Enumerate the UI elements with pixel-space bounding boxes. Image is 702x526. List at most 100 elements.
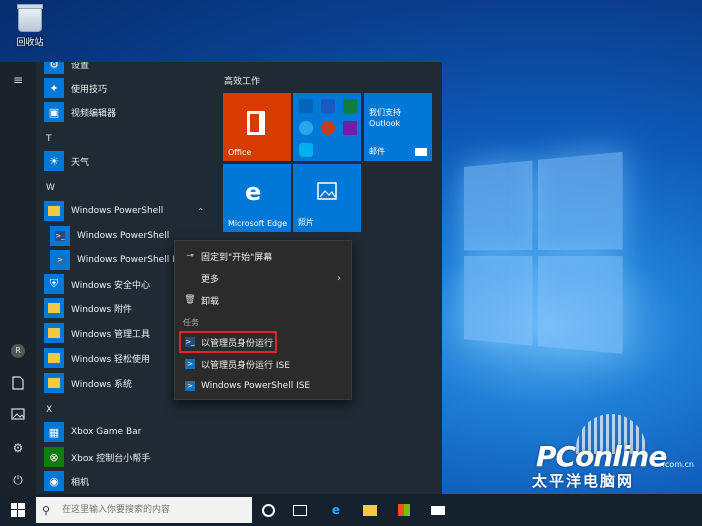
app-weather[interactable]: ☀ 天气 [44, 150, 214, 172]
hamburger-icon[interactable]: ≡ [10, 72, 26, 88]
context-menu: ⊸ 固定到"开始"屏幕 更多 › 🗑 卸载 任务 >_ 以管理员身份运行 > 以… [174, 240, 352, 400]
shield-icon: ⛨ [44, 274, 64, 294]
menu-label: 卸载 [201, 296, 220, 307]
recycle-bin-label: 回收站 [16, 38, 44, 48]
tile-office-apps-folder[interactable] [293, 93, 361, 161]
watermark-domain: .com.cn [662, 460, 694, 469]
word-icon [321, 99, 335, 113]
app-video-editor[interactable]: ▣ 视频编辑器 [44, 101, 214, 123]
task-view-icon[interactable] [258, 500, 278, 520]
letter-header-t[interactable]: T [46, 134, 52, 144]
tile-label: 邮件 [369, 147, 385, 156]
tile-label: 照片 [298, 218, 314, 227]
menu-run-as-admin-ise[interactable]: > 以管理员身份运行 ISE [175, 354, 351, 374]
menu-label: 更多 [201, 274, 220, 285]
xbox-icon: ▦ [44, 422, 64, 442]
app-label: 视频编辑器 [71, 108, 117, 119]
task-switch-icon[interactable] [290, 500, 310, 520]
edge-taskbar-icon[interactable]: e [326, 500, 346, 520]
outlook-icon [299, 99, 313, 113]
powershell-icon: >_ [50, 226, 70, 246]
tile-photos[interactable]: 照片 [293, 164, 361, 232]
letter-header-w[interactable]: W [46, 183, 55, 193]
app-label: Windows 轻松使用 [71, 354, 151, 365]
menu-powershell-ise[interactable]: > Windows PowerShell ISE [175, 376, 351, 396]
chevron-right-icon: › [337, 272, 341, 284]
file-explorer-icon[interactable] [360, 500, 380, 520]
office-icon [247, 111, 265, 135]
menu-label: 以管理员身份运行 ISE [201, 360, 290, 371]
app-label: Windows 系统 [71, 379, 133, 390]
powershell-ise-icon: > [179, 381, 201, 391]
xbox-icon: ⊗ [44, 447, 64, 467]
folder-icon [44, 373, 64, 393]
onenote-icon [343, 121, 357, 135]
app-xbox-companion[interactable]: ⊗ Xbox 控制台小帮手 [44, 446, 214, 468]
power-icon[interactable]: ⏻ [10, 472, 26, 488]
search-icon: ⚲ [42, 503, 51, 517]
app-label: 相机 [71, 477, 90, 488]
onedrive-icon [299, 121, 313, 135]
app-camera[interactable]: ◉ 相机 [44, 470, 214, 492]
trash-icon: 🗑 [184, 295, 196, 305]
document-icon[interactable] [10, 376, 26, 392]
watermark-brand: PConline [536, 440, 667, 473]
excel-icon [343, 99, 357, 113]
menu-uninstall[interactable]: 🗑 卸载 [175, 290, 351, 310]
app-label: 天气 [71, 157, 90, 168]
recycle-bin[interactable]: 回收站 [10, 4, 50, 48]
folder-icon [44, 298, 64, 318]
mail-tile-line1: 我们支持 [369, 108, 401, 117]
menu-label: Windows PowerShell ISE [201, 381, 311, 391]
pictures-icon[interactable] [10, 408, 26, 424]
menu-more[interactable]: 更多 › [175, 268, 351, 288]
tile-group-title[interactable]: 高效工作 [224, 74, 260, 87]
app-label: Xbox Game Bar [71, 427, 142, 437]
tile-label: Microsoft Edge [228, 219, 288, 228]
mail-taskbar-icon[interactable] [428, 500, 448, 520]
menu-pin-to-start[interactable]: ⊸ 固定到"开始"屏幕 [175, 246, 351, 266]
folder-icon [44, 201, 64, 221]
menu-label: 固定到"开始"屏幕 [201, 252, 273, 263]
app-xbox-game-bar[interactable]: ▦ Xbox Game Bar [44, 421, 214, 443]
app-label: Windows 管理工具 [71, 329, 151, 340]
tile-edge[interactable]: e Microsoft Edge [223, 164, 291, 232]
app-tips[interactable]: ✦ 使用技巧 [44, 77, 214, 99]
start-button[interactable] [0, 494, 36, 526]
app-label: Windows 安全中心 [71, 280, 151, 291]
search-box[interactable]: ⚲ [36, 497, 252, 523]
app-settings[interactable]: ⚙ 设置 [44, 62, 214, 75]
edge-icon: e [245, 178, 262, 206]
lightbulb-icon: ✦ [44, 78, 64, 98]
mail-tile-line2: Outlook [369, 119, 401, 128]
folder-icon [44, 323, 64, 343]
tile-office[interactable]: Office [223, 93, 291, 161]
app-label: Windows PowerShell [77, 231, 170, 241]
app-label: Windows PowerShell ISE [77, 255, 187, 265]
envelope-icon [415, 148, 427, 156]
letter-header-x[interactable]: X [46, 405, 52, 415]
folder-icon [44, 348, 64, 368]
search-input[interactable] [60, 504, 244, 516]
chevron-up-icon: ⌃ [197, 206, 204, 216]
skype-icon [299, 143, 313, 157]
camera-icon: ◉ [44, 471, 64, 491]
pin-icon: ⊸ [186, 251, 194, 261]
folder-windows-powershell[interactable]: Windows PowerShell ⌃ [44, 200, 214, 222]
recycle-bin-icon [17, 4, 43, 32]
settings-icon[interactable]: ⚙ [10, 440, 26, 456]
photos-icon [317, 182, 337, 200]
app-label: 使用技巧 [71, 84, 108, 95]
store-icon[interactable] [394, 500, 414, 520]
tile-mail[interactable]: 我们支持 Outlook 邮件 [364, 93, 432, 161]
powerpoint-icon [321, 121, 335, 135]
app-label: 设置 [71, 62, 90, 71]
tasks-header: 任务 [183, 318, 199, 327]
powershell-ise-icon: > [50, 250, 70, 270]
windows-icon [11, 503, 25, 517]
app-label: Windows 附件 [71, 304, 133, 315]
image-icon: ▣ [44, 102, 64, 122]
wallpaper-windows-logo [464, 151, 623, 358]
user-avatar[interactable]: R [11, 344, 25, 358]
gear-icon: ⚙ [44, 62, 64, 74]
